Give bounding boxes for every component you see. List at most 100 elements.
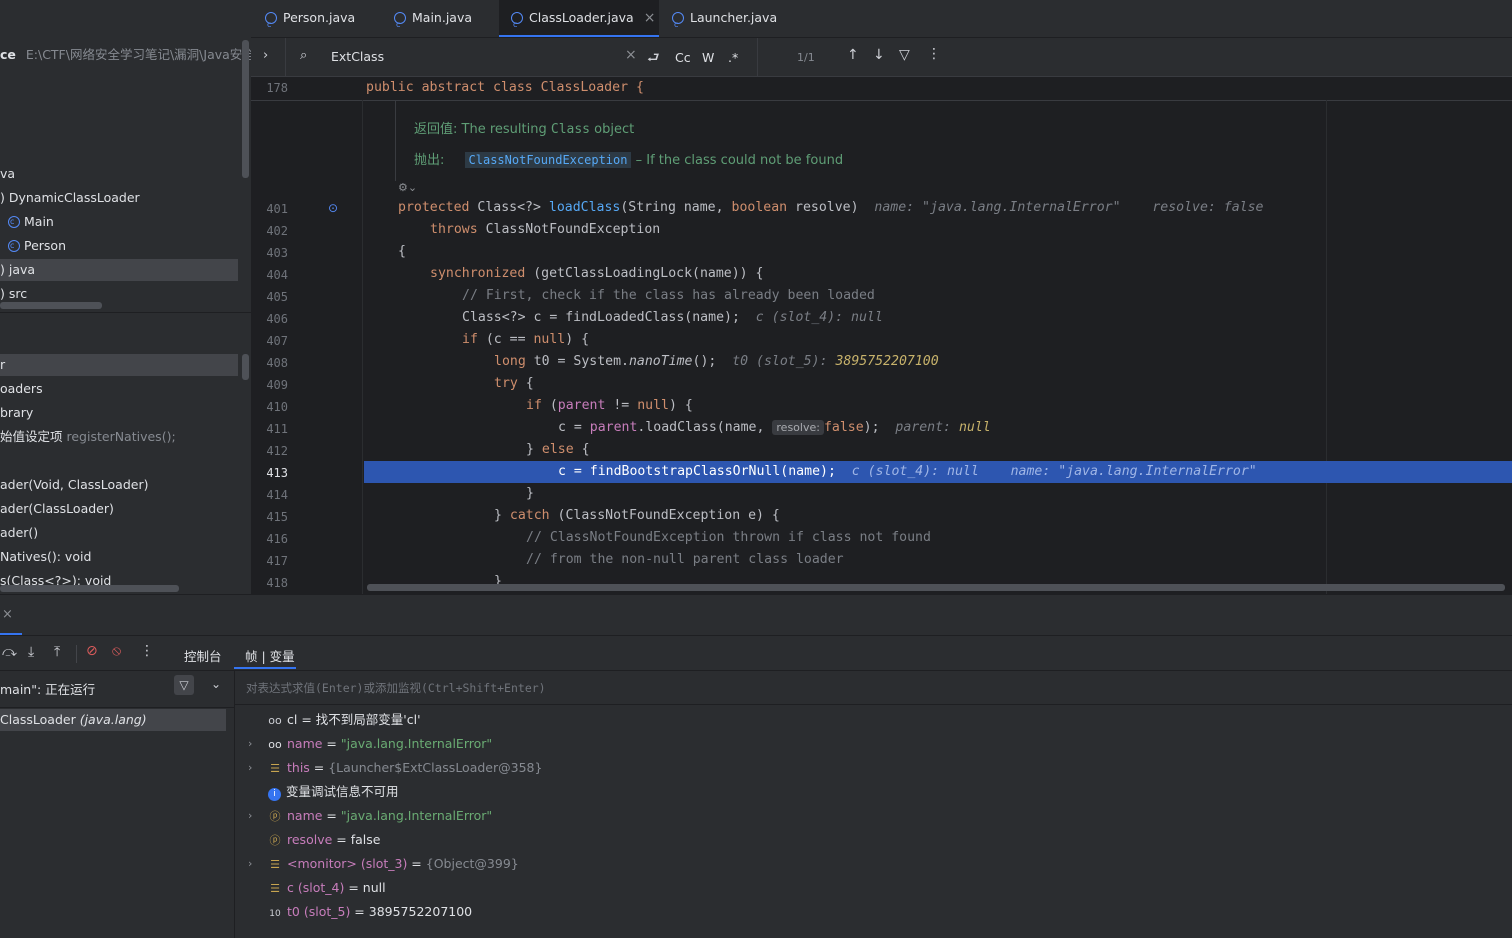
structure-item[interactable]: brary [0, 402, 33, 424]
tab-console[interactable]: 控制台 [184, 646, 222, 665]
structure-item[interactable]: r [0, 354, 238, 376]
class-icon [511, 7, 523, 43]
close-icon[interactable]: × [2, 607, 13, 622]
structure-item[interactable]: ader(ClassLoader) [0, 498, 114, 520]
step-over-icon[interactable]: ⤼ [2, 644, 17, 660]
field-icon: ☰ [270, 882, 280, 895]
tab-person-java[interactable]: Person.java [265, 0, 385, 43]
project-hscrollbar[interactable] [0, 302, 102, 309]
tree-item-java[interactable]: ) java [0, 259, 238, 281]
frame-item[interactable]: ClassLoader (java.lang) [0, 709, 226, 731]
variable-row[interactable]: › ⓟ name = "java.lang.InternalError" [248, 804, 492, 828]
evaluate-expression-input[interactable]: 对表达式求值(Enter)或添加监视(Ctrl+Shift+Enter) [246, 680, 546, 696]
tree-item[interactable]: va [0, 163, 15, 185]
find-bar: › ⌕ ExtClass × ⮐ Cc W .* 1/1 ↑ ↓ ▽ ⋮ [251, 38, 1512, 77]
code-line-415: } catch (ClassNotFoundException e) { [494, 508, 780, 523]
doc-throws: 抛出: ClassNotFoundException – If the clas… [414, 152, 844, 168]
tab-launcher-java[interactable]: Launcher.java [672, 0, 802, 43]
view-breakpoints-icon[interactable]: ⊘ [86, 643, 98, 659]
arrow-up-icon[interactable]: ↑ [847, 47, 859, 63]
tree-item[interactable]: ) DynamicClassLoader [0, 187, 140, 209]
structure-scrollbar[interactable] [242, 354, 249, 380]
tab-main-java[interactable]: Main.java [394, 0, 494, 43]
structure-item[interactable]: 始值设定项 registerNatives(); [0, 426, 176, 448]
watch-icon: oo [268, 714, 282, 727]
variable-row[interactable]: ⓟ resolve = false [268, 828, 381, 852]
arrow-down-icon[interactable]: ↓ [873, 47, 885, 63]
editor-hscrollbar[interactable] [367, 584, 1505, 591]
class-icon [394, 7, 406, 43]
code-line-402: throws ClassNotFoundException [430, 222, 661, 237]
variable-row[interactable]: › ☰ this = {Launcher$ExtClassLoader@358} [248, 756, 542, 780]
chevron-right-icon[interactable]: › [248, 732, 252, 756]
step-out-icon[interactable]: ⤒ [54, 644, 60, 660]
chevron-right-icon[interactable]: › [248, 804, 252, 828]
match-case-button[interactable]: Cc [675, 50, 691, 65]
filter-icon[interactable]: ▽ [899, 47, 910, 63]
words-button[interactable]: W [702, 50, 714, 65]
reader-mode-icon[interactable]: ⚙⌄ [398, 181, 417, 194]
code-editor[interactable]: 178 public abstract class ClassLoader { … [251, 77, 1512, 594]
code-line-408: long t0 = System.nanoTime(); t0 (slot_5)… [494, 354, 939, 369]
code-line-407: if (c == null) { [462, 332, 590, 347]
tree-item-person[interactable]: Person [8, 235, 66, 257]
project-panel: ce E:\CTF\网络安全学习笔记\漏洞\Java安全\ va ) Dynam… [0, 0, 251, 312]
newline-icon[interactable]: ⮐ [647, 47, 660, 71]
search-icon[interactable]: ⌕ [300, 48, 307, 63]
find-input[interactable]: ExtClass [331, 49, 384, 64]
structure-hscrollbar[interactable] [0, 585, 179, 592]
regex-button[interactable]: .* [728, 50, 738, 65]
structure-item[interactable]: Natives(): void [0, 546, 91, 568]
info-icon: i [268, 788, 281, 801]
structure-item[interactable]: ader(Void, ClassLoader) [0, 474, 148, 496]
primitive-icon: 10 [269, 909, 281, 919]
field-icon: ☰ [270, 762, 280, 775]
more-icon[interactable]: ⋮ [140, 643, 154, 659]
chevron-right-icon[interactable]: › [248, 756, 252, 780]
chevron-down-icon[interactable]: ⌄ [211, 677, 221, 691]
class-icon [8, 235, 20, 257]
tab-classloader-java[interactable]: ClassLoader.java× [499, 0, 659, 43]
thread-selector[interactable]: main": 正在运行 [0, 679, 95, 698]
chevron-right-icon[interactable]: › [263, 48, 268, 63]
clear-icon[interactable]: × [625, 47, 637, 63]
project-root-name: ce [0, 47, 16, 62]
structure-item[interactable]: oaders [0, 378, 43, 400]
variable-row: i 变量调试信息不可用 [268, 780, 399, 804]
step-into-icon[interactable]: ⤓ [28, 644, 34, 660]
code-line-401: protected Class<?> loadClass(String name… [398, 200, 1264, 215]
tab-frames-variables[interactable]: 帧 | 变量 [245, 646, 295, 665]
field-icon: ☰ [270, 858, 280, 871]
project-root-path: E:\CTF\网络安全学习笔记\漏洞\Java安全\ [25, 47, 251, 62]
variable-row[interactable]: 10 t0 (slot_5) = 3895752207100 [268, 900, 472, 924]
variable-row[interactable]: › oo name = "java.lang.InternalError" [248, 732, 492, 756]
code-line-405: // First, check if the class has already… [462, 288, 875, 303]
doc-returns: 返回值: The resulting Class object [414, 122, 635, 137]
code-line-413: c = findBootstrapClassOrNull(name); c (s… [558, 464, 1257, 479]
sticky-code: public abstract class ClassLoader { [366, 80, 644, 95]
class-icon [672, 7, 684, 43]
variable-row[interactable]: › ☰ <monitor> (slot_3) = {Object@399} [248, 852, 519, 876]
code-line-409: try { [494, 376, 534, 391]
code-line-414: } [526, 486, 534, 501]
code-line-410: if (parent != null) { [526, 398, 693, 413]
override-gutter-icon[interactable]: ⊙ [328, 201, 338, 215]
variable-row[interactable]: oo cl = 找不到局部变量'cl' [268, 708, 420, 732]
project-scrollbar[interactable] [242, 40, 249, 178]
tree-item-main[interactable]: Main [8, 211, 54, 233]
structure-item[interactable]: ader() [0, 522, 38, 544]
chevron-right-icon[interactable]: › [248, 852, 252, 876]
parameter-icon: ⓟ [269, 810, 281, 823]
code-line-404: synchronized (getClassLoadingLock(name))… [430, 266, 764, 281]
code-line-411: c = parent.loadClass(name, resolve: false… [558, 420, 991, 435]
filter-icon[interactable]: ▽ [174, 675, 194, 695]
class-icon [265, 7, 277, 43]
editor-tabs: Person.java Main.java ClassLoader.java× … [251, 0, 1512, 43]
mute-breakpoints-icon[interactable]: ⦸ [112, 643, 121, 659]
more-icon[interactable]: ⋮ [927, 46, 941, 62]
close-tab-icon[interactable]: × [644, 10, 656, 26]
code-line-403: { [398, 244, 406, 259]
project-root[interactable]: ce E:\CTF\网络安全学习笔记\漏洞\Java安全\ [0, 44, 251, 63]
sticky-header: 178 public abstract class ClassLoader { [251, 77, 1512, 101]
variable-row[interactable]: ☰ c (slot_4) = null [268, 876, 386, 900]
